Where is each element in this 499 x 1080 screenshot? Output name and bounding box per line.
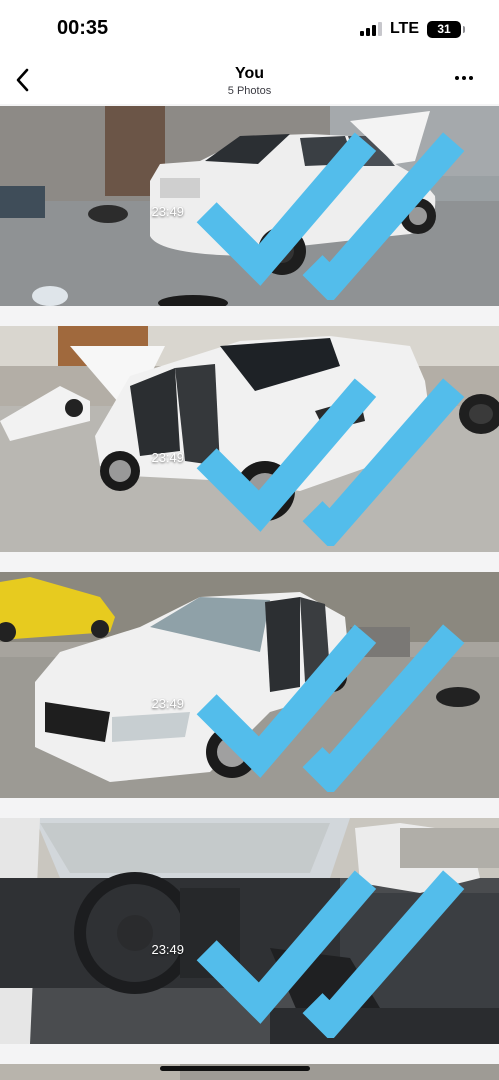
battery-level: 31 <box>437 22 451 36</box>
double-check-icon <box>196 377 465 546</box>
network-type: LTE <box>389 20 419 37</box>
double-check-icon <box>196 869 465 1038</box>
more-dot-icon <box>455 76 459 80</box>
page-title: You <box>234 65 265 82</box>
home-indicator[interactable] <box>160 1066 310 1071</box>
double-check-icon <box>196 623 465 792</box>
battery-icon: 31 <box>427 20 465 38</box>
photo-timestamp-row: 23:49 <box>151 862 489 1038</box>
photo-timestamp-row: 23:49 <box>151 616 489 792</box>
photo-timestamp-row: 23:49 <box>151 124 489 300</box>
more-dot-icon <box>469 76 473 80</box>
double-check-icon <box>196 131 465 300</box>
photo-timestamp-row: 23:49 <box>151 370 489 546</box>
photo-item[interactable]: 23:49 <box>0 818 499 1044</box>
photo-item[interactable]: 23:49 <box>0 572 499 798</box>
signal-icon <box>359 22 382 36</box>
photo-timestamp: 23:49 <box>151 942 185 958</box>
photo-timestamp: 23:49 <box>151 696 185 712</box>
status-bar: 00:35 LTE 31 <box>0 0 499 58</box>
photo-item[interactable]: 23:49 <box>0 106 499 306</box>
more-options-button[interactable] <box>455 76 473 80</box>
photo-timestamp: 23:49 <box>151 204 185 220</box>
photo-count: 5 Photos <box>227 85 272 97</box>
photo-timestamp: 23:49 <box>151 450 185 466</box>
more-dot-icon <box>462 76 466 80</box>
status-indicators: LTE 31 <box>359 19 465 39</box>
navigation-bar: You 5 Photos <box>0 58 499 104</box>
photo-item[interactable]: 23:49 <box>0 326 499 552</box>
status-time: 00:35 <box>57 17 109 39</box>
